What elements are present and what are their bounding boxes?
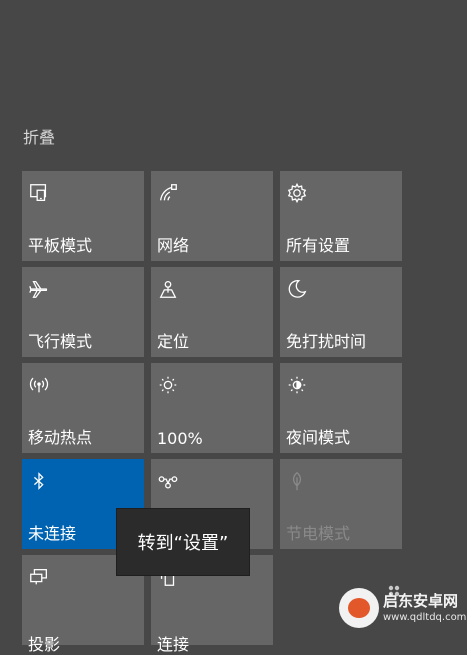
network-icon <box>156 181 180 205</box>
location-icon <box>156 277 180 301</box>
tile-label: 连接 <box>157 635 190 654</box>
battery-saver-icon <box>285 469 309 493</box>
bluetooth-icon <box>27 469 51 493</box>
tile-network[interactable]: 网络 <box>151 171 273 261</box>
tile-label: 网络 <box>157 236 190 255</box>
tile-tablet-mode[interactable]: 平板模式 <box>22 171 144 261</box>
tile-battery-saver[interactable]: 节电模式 <box>280 459 402 549</box>
collapse-link[interactable]: 折叠 <box>23 124 55 148</box>
tile-brightness[interactable]: 100% <box>151 363 273 453</box>
tile-all-settings[interactable]: 所有设置 <box>280 171 402 261</box>
vpn-icon <box>156 469 180 493</box>
watermark: 启东安卓网 www.qdltdq.com <box>335 582 467 632</box>
hotspot-icon <box>27 373 51 397</box>
tile-label: 节电模式 <box>286 524 351 543</box>
airplane-icon <box>27 277 51 301</box>
tile-label: 免打扰时间 <box>286 332 367 351</box>
watermark-logo-icon <box>339 588 379 628</box>
tile-night-light[interactable]: 夜间模式 <box>280 363 402 453</box>
tile-label: 所有设置 <box>286 236 351 255</box>
tile-label: 100% <box>157 429 203 448</box>
settings-tooltip: 转到“设置” <box>116 508 250 576</box>
tile-label: 夜间模式 <box>286 428 351 447</box>
tile-label: 移动热点 <box>28 428 93 447</box>
night-light-icon <box>285 373 309 397</box>
tile-label: 未连接 <box>28 524 77 543</box>
tile-label: 平板模式 <box>28 236 93 255</box>
tile-label: 投影 <box>28 635 61 654</box>
tile-mobile-hotspot[interactable]: 移动热点 <box>22 363 144 453</box>
tablet-mode-icon <box>27 181 51 205</box>
watermark-url: www.qdltdq.com <box>383 612 467 623</box>
tile-label: 定位 <box>157 332 190 351</box>
gear-icon <box>285 181 309 205</box>
tile-label: 飞行模式 <box>28 332 93 351</box>
brightness-icon <box>156 373 180 397</box>
project-icon <box>27 565 51 589</box>
watermark-title: 启东安卓网 <box>383 592 459 610</box>
tile-location[interactable]: 定位 <box>151 267 273 357</box>
moon-icon <box>285 277 309 301</box>
tile-quiet-hours[interactable]: 免打扰时间 <box>280 267 402 357</box>
tile-airplane-mode[interactable]: 飞行模式 <box>22 267 144 357</box>
